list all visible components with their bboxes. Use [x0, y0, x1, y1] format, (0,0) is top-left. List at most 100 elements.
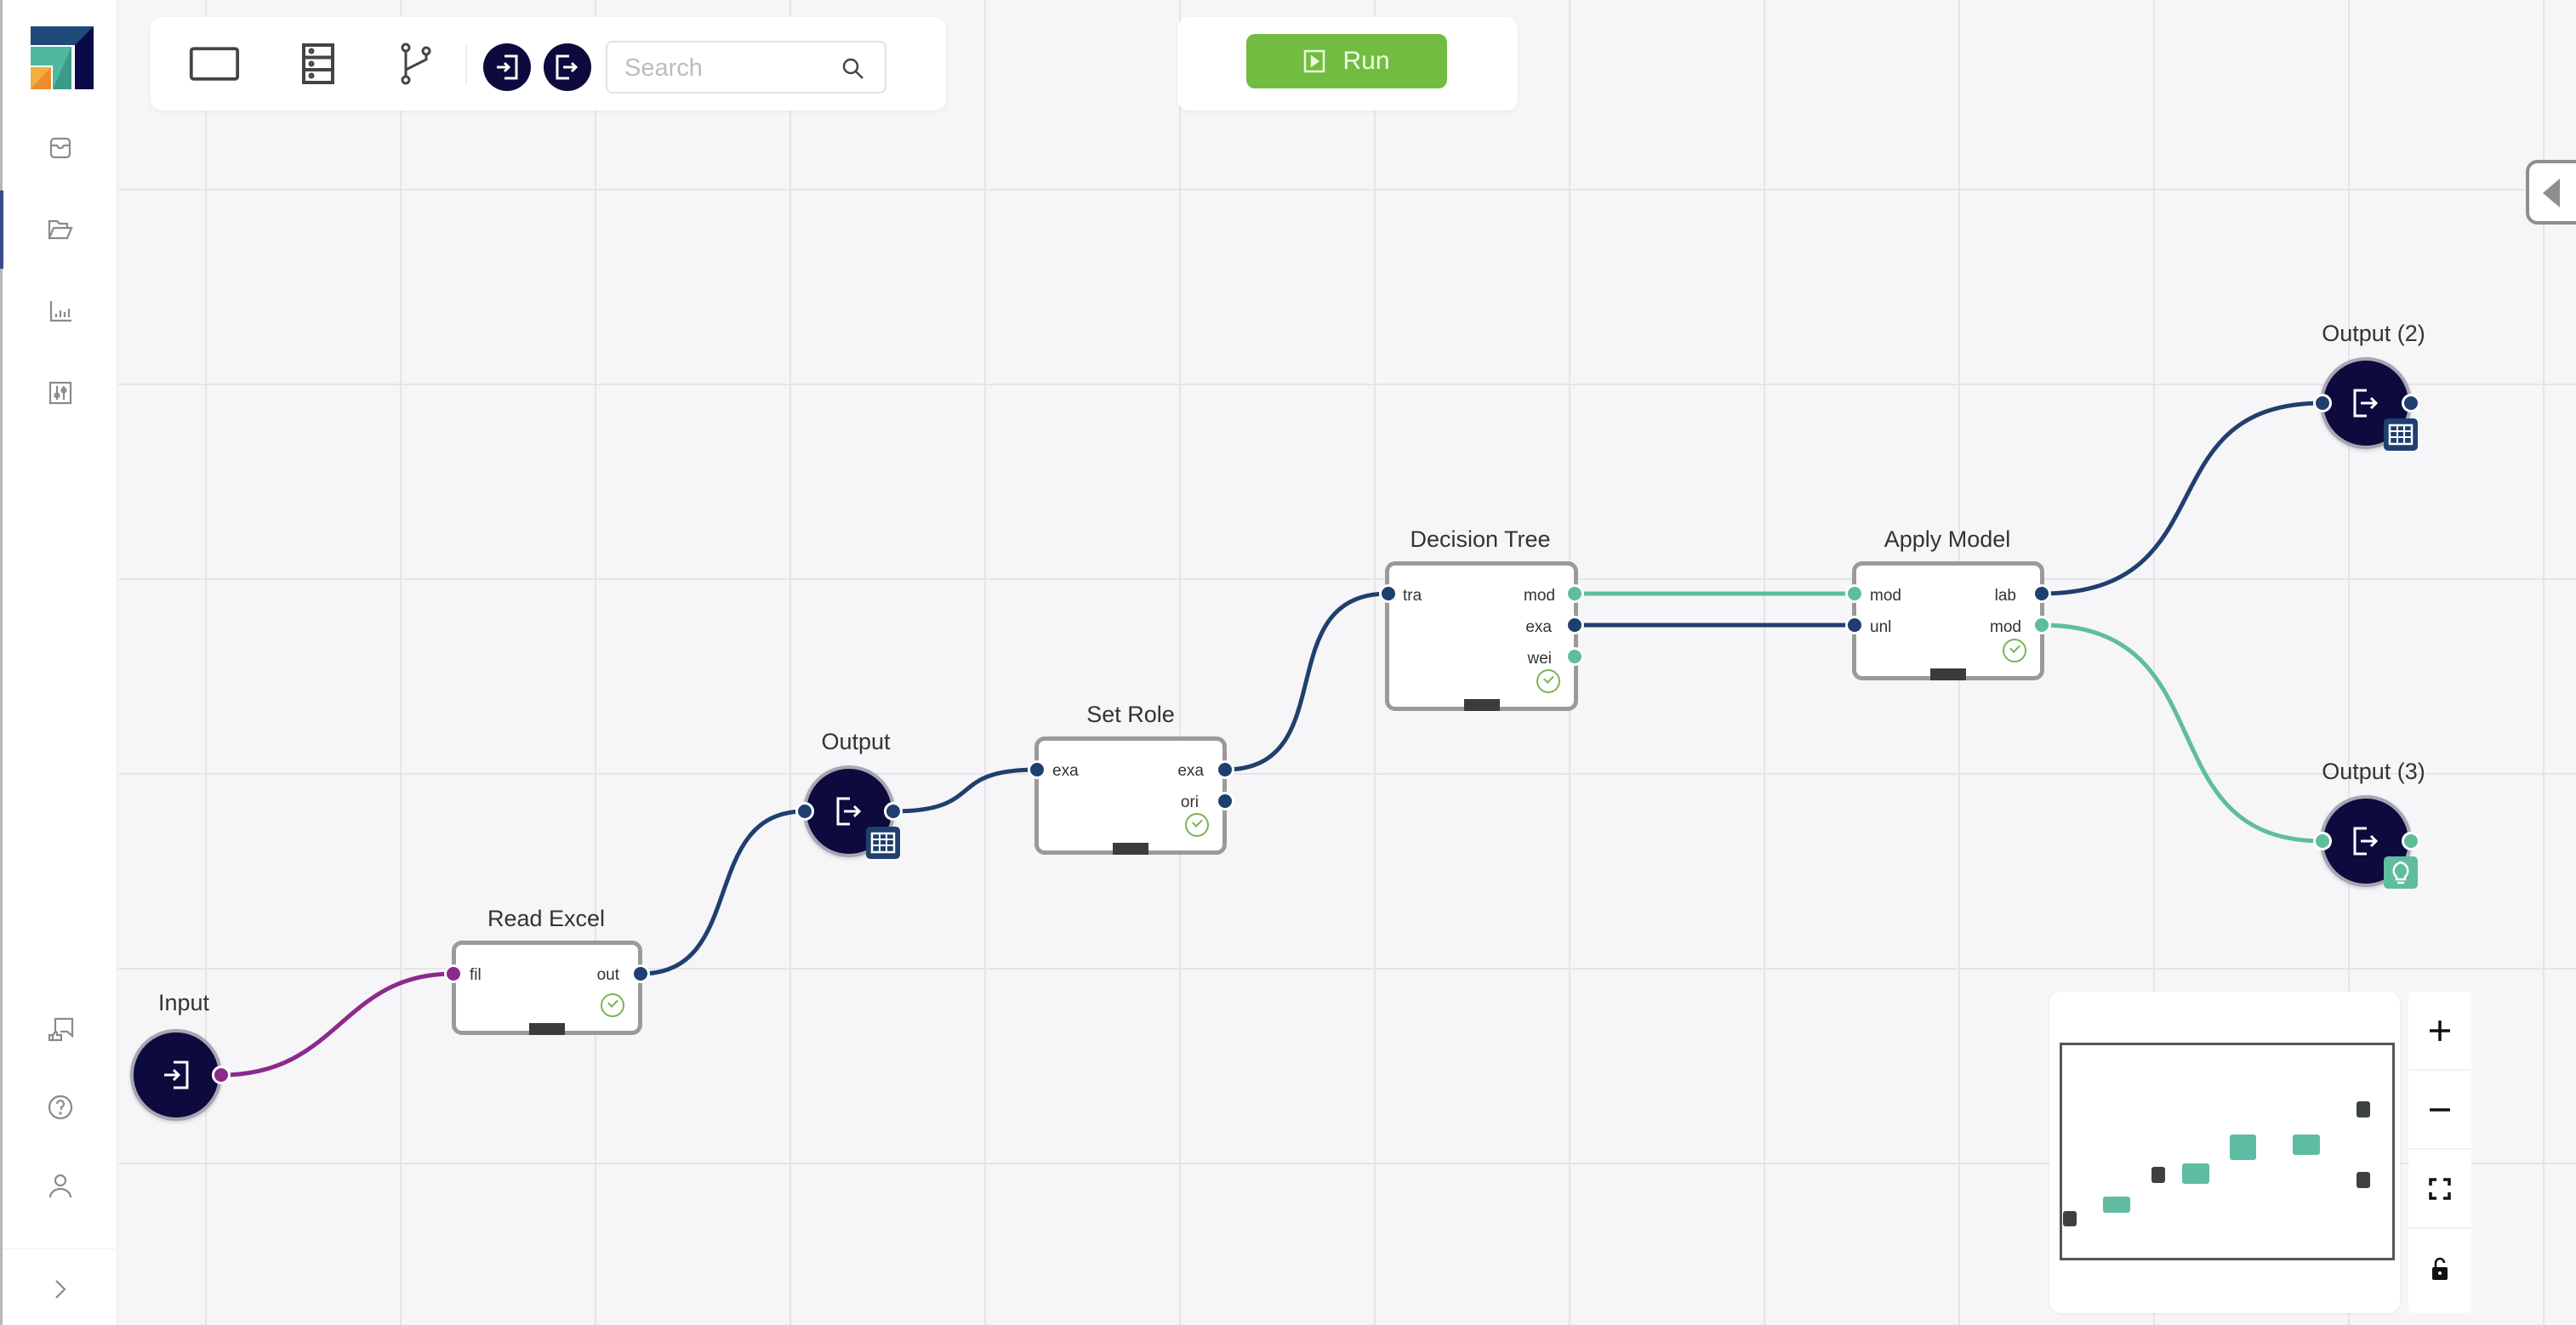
minimap-node-output-3: [2357, 1172, 2370, 1188]
zoom-out-icon: [2430, 1107, 2450, 1112]
success-check-icon: [1536, 669, 1560, 693]
sidebar-item-help[interactable]: [3, 1068, 117, 1146]
output-3-in-port[interactable]: [2313, 832, 2332, 850]
output-3-model-badge[interactable]: [2384, 856, 2418, 889]
output-2-in-port[interactable]: [2313, 394, 2332, 412]
set-role-ori-port[interactable]: [1216, 792, 1234, 810]
fit-view-icon: [2429, 1177, 2451, 1200]
port-label-unl: unl: [1870, 618, 1892, 636]
add-output-node-button[interactable]: [544, 43, 591, 91]
output-in-port[interactable]: [795, 802, 814, 821]
minimap-node-set-role: [2182, 1163, 2209, 1184]
sidebar-item-feedback[interactable]: [3, 990, 117, 1068]
read-excel-fil-port[interactable]: [444, 964, 463, 983]
port-label-exa: exa: [1525, 618, 1552, 636]
zoom-in-button[interactable]: [2408, 992, 2471, 1071]
zoom-controls: [2408, 992, 2471, 1313]
minimap-node-read-excel: [2103, 1197, 2130, 1213]
zoom-in-icon: [2430, 1020, 2450, 1041]
decision-tree-exa-port[interactable]: [1565, 616, 1584, 634]
port-label-tra: tra: [1403, 587, 1422, 605]
folder-open-icon: [47, 219, 73, 240]
port-label-lab: lab: [1994, 587, 2016, 605]
run-button[interactable]: Run: [1246, 34, 1447, 88]
minimap-node-decision-tree: [2230, 1134, 2256, 1160]
output-out-port[interactable]: [884, 802, 903, 821]
set-role-exa-in-port[interactable]: [1028, 760, 1046, 779]
output-3-out-port[interactable]: [2402, 832, 2420, 850]
set-role-node[interactable]: exa exa ori: [1034, 736, 1227, 855]
search-field: [606, 41, 886, 94]
branch-tool-icon: [401, 43, 431, 85]
table-icon: [870, 832, 896, 854]
node-label-input: Input: [157, 990, 210, 1015]
search-input[interactable]: [624, 49, 846, 87]
sliders-icon: [48, 381, 71, 405]
decision-tree-tra-port[interactable]: [1379, 584, 1398, 603]
apply-model-lab-port[interactable]: [2032, 584, 2051, 603]
decision-tree-mod-port[interactable]: [1565, 584, 1584, 603]
storage-tool-button[interactable]: [293, 40, 344, 88]
node-resize-handle[interactable]: [1463, 699, 1500, 711]
port-label-fil: fil: [470, 966, 482, 984]
decision-tree-wei-port[interactable]: [1565, 647, 1584, 666]
lock-toggle-button[interactable]: [2408, 1229, 2471, 1308]
chevron-right-icon: [54, 1280, 66, 1299]
run-button-label: Run: [1342, 47, 1390, 75]
frame-tool-icon: [189, 47, 240, 81]
storage-tool-icon: [302, 43, 334, 84]
minimap-viewport[interactable]: [2060, 1043, 2395, 1260]
user-icon: [48, 1174, 71, 1198]
sidebar-item-analytics[interactable]: [3, 272, 117, 350]
node-resize-handle[interactable]: [1113, 843, 1148, 855]
node-resize-handle[interactable]: [529, 1023, 565, 1035]
fit-view-button[interactable]: [2408, 1150, 2471, 1229]
node-label-output-2: Output (2): [2322, 321, 2425, 346]
set-role-exa-out-port[interactable]: [1216, 760, 1234, 779]
node-label-decision-tree: Decision Tree: [1410, 526, 1551, 552]
search-icon[interactable]: [841, 56, 866, 82]
input-node-icon: [164, 1061, 189, 1089]
input-out-port[interactable]: [212, 1066, 231, 1084]
sidebar-expand-button[interactable]: [3, 1250, 117, 1325]
app-logo[interactable]: [31, 26, 94, 89]
sidebar-item-inbox[interactable]: [3, 109, 117, 187]
sidebar: [0, 0, 117, 1325]
add-input-node-button[interactable]: [483, 43, 531, 91]
apply-model-node[interactable]: mod unl lab mod: [1852, 561, 2044, 680]
read-excel-node[interactable]: fil out: [452, 941, 642, 1035]
output-2-table-badge[interactable]: [2384, 418, 2418, 451]
node-label-read-excel: Read Excel: [487, 906, 606, 931]
feedback-icon: [48, 1017, 73, 1042]
success-check-icon: [601, 993, 624, 1017]
sidebar-item-settings[interactable]: [3, 354, 117, 432]
frame-tool-button[interactable]: [189, 40, 240, 88]
apply-model-mod-in-port[interactable]: [1845, 584, 1864, 603]
node-resize-handle[interactable]: [1930, 668, 1966, 680]
inbox-icon: [49, 137, 71, 159]
port-label-mod-out: mod: [1990, 618, 2021, 636]
minimap-node-apply-model: [2293, 1134, 2320, 1155]
port-label-wei: wei: [1527, 650, 1552, 668]
sidebar-item-projects[interactable]: [0, 191, 117, 269]
read-excel-out-port[interactable]: [631, 964, 650, 983]
node-label-output-3: Output (3): [2322, 759, 2425, 784]
minimap[interactable]: [2049, 992, 2400, 1313]
output-2-out-port[interactable]: [2402, 394, 2420, 412]
right-panel-toggle[interactable]: [2526, 160, 2576, 225]
port-label-exa-out: exa: [1177, 762, 1204, 780]
decision-tree-node[interactable]: tra mod exa wei: [1385, 561, 1578, 711]
bar-chart-icon: [49, 301, 71, 322]
branch-tool-button[interactable]: [390, 40, 442, 88]
success-check-icon: [1185, 813, 1209, 837]
sidebar-item-account[interactable]: [3, 1146, 117, 1225]
apply-model-mod-out-port[interactable]: [2032, 616, 2051, 634]
output-table-badge[interactable]: [866, 827, 900, 859]
output-node-icon: [556, 54, 578, 80]
port-label-mod: mod: [1524, 587, 1555, 605]
input-node[interactable]: [130, 1029, 222, 1121]
input-node-icon: [497, 54, 518, 80]
apply-model-unl-port[interactable]: [1845, 616, 1864, 634]
zoom-out-button[interactable]: [2408, 1071, 2471, 1150]
play-icon: [1304, 49, 1325, 73]
